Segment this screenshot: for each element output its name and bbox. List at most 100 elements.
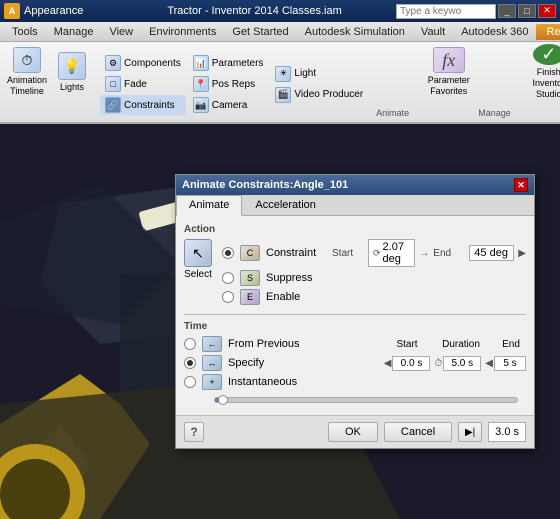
duration-header: Duration (442, 339, 480, 350)
constraint-fields: Start ⟳ 2.07 deg → End 45 deg ▶ (332, 239, 526, 267)
ribbon-btn-param-favorites[interactable]: fx ParameterFavorites (421, 44, 476, 100)
menu-render[interactable]: Render (536, 24, 560, 40)
ribbon-btn-constraints[interactable]: 🔗 Constraints (100, 95, 186, 115)
menu-view[interactable]: View (101, 24, 141, 40)
parameters-label: Parameters (212, 58, 264, 69)
enable-radio[interactable] (222, 291, 234, 303)
ribbon-col-params: 📊 Parameters 📍 Pos Reps 📷 Camera (188, 44, 269, 120)
suppress-radio[interactable] (222, 272, 234, 284)
video-producer-label: Video Producer (294, 89, 363, 100)
maximize-button[interactable]: □ (518, 4, 536, 18)
title-bar-controls: _ □ ✕ (396, 4, 556, 19)
app-icon: A (4, 3, 20, 19)
dialog-tab-animate[interactable]: Animate (176, 195, 242, 216)
components-icon: ⚙ (105, 55, 121, 71)
title-bar-left: A Appearance Tractor - Inventor 2014 Cla… (4, 3, 342, 19)
lights-label: Lights (60, 82, 84, 92)
search-input[interactable] (396, 4, 496, 19)
suppress-row: S Suppress (222, 270, 526, 286)
ok-button[interactable]: OK (328, 422, 378, 442)
title-bar-title: Tractor - Inventor 2014 Classes.iam (167, 5, 341, 17)
specify-row: ↔ Specify ◀ ⏱ (184, 355, 526, 371)
from-previous-label: From Previous (228, 338, 308, 350)
ribbon-btn-fade[interactable]: □ Fade (100, 74, 186, 94)
ribbon-btn-parameters[interactable]: 📊 Parameters (188, 53, 269, 73)
finish-studio-label: FinishInventor Studio (522, 67, 560, 99)
end-value[interactable]: 45 deg (469, 245, 514, 261)
select-group: ↖ Select (184, 239, 212, 280)
ribbon-col-light: ☀ Start Light 🎬 Video Producer (270, 44, 368, 120)
window-close-button[interactable]: ✕ (538, 4, 556, 18)
instantaneous-radio[interactable] (184, 376, 196, 388)
menu-manage[interactable]: Manage (46, 24, 102, 40)
instantaneous-icon: + (202, 374, 222, 390)
duration-icon: ⏱ (434, 358, 442, 369)
ribbon-btn-animation-timeline[interactable]: ⏱ AnimationTimeline (4, 44, 50, 100)
from-previous-radio[interactable] (184, 338, 196, 350)
angle-icon: ⟳ (373, 248, 381, 259)
end-header: End (496, 339, 526, 350)
viewport[interactable]: Animate Constraints:Angle_101 ✕ Animate … (0, 124, 560, 519)
help-button[interactable]: ? (184, 422, 204, 442)
select-icon[interactable]: ↖ (184, 239, 212, 267)
from-previous-row: ← From Previous Start Duration End (184, 336, 526, 352)
enable-label: Enable (266, 291, 326, 303)
specify-label: Specify (228, 357, 308, 369)
specify-radio[interactable] (184, 357, 196, 369)
ribbon-btn-camera[interactable]: 📷 Camera (188, 95, 269, 115)
app-dropdown[interactable]: Appearance (24, 5, 83, 17)
animation-timeline-label: AnimationTimeline (7, 75, 47, 97)
time-section: Time ← From Previous Start Duration End … (184, 321, 526, 407)
slider-thumb[interactable] (218, 395, 228, 405)
specify-fields: ◀ ⏱ ◀ (384, 356, 526, 371)
enable-icon: E (240, 289, 260, 305)
menu-360[interactable]: Autodesk 360 (453, 24, 536, 40)
ribbon-btn-finish-studio[interactable]: ✓ FinishInventor Studio (519, 44, 560, 100)
minimize-button[interactable]: _ (498, 4, 516, 18)
lights-icon: 💡 (58, 52, 86, 80)
ribbon-btn-pos-reps[interactable]: 📍 Pos Reps (188, 74, 269, 94)
cancel-button[interactable]: Cancel (384, 422, 452, 442)
duration-display: 3.0 s (488, 422, 526, 442)
menu-vault[interactable]: Vault (413, 24, 453, 40)
fx-icon: fx (433, 47, 465, 73)
start-header: Start (388, 339, 426, 350)
section-divider (184, 314, 526, 315)
menu-tools[interactable]: Tools (4, 24, 46, 40)
start-value[interactable]: ⟳ 2.07 deg (368, 239, 415, 267)
menu-get-started[interactable]: Get Started (224, 24, 296, 40)
arrow-icon: → (419, 248, 429, 259)
ribbon-col-animate: ⚙ Components □ Fade 🔗 Constraints (100, 44, 186, 120)
menu-environments[interactable]: Environments (141, 24, 224, 40)
dialog-tabs: Animate Acceleration (176, 195, 534, 216)
dialog-close-button[interactable]: ✕ (514, 178, 528, 192)
suppress-label: Suppress (266, 272, 326, 284)
light-text: Light (294, 68, 316, 79)
finish-studio-icon: ✓ (533, 44, 560, 65)
ribbon-btn-components[interactable]: ⚙ Components (100, 53, 186, 73)
playback-button[interactable]: ▶| (458, 422, 482, 442)
ribbon-btn-lights[interactable]: 💡 Lights (52, 44, 92, 100)
end-stepper-left[interactable]: ◀ (485, 358, 493, 369)
duration-input[interactable] (443, 356, 481, 371)
footer-buttons: OK Cancel ▶| 3.0 s (328, 422, 526, 442)
ribbon-btn-light[interactable]: ☀ Start Light (270, 64, 368, 84)
animate-constraints-dialog: Animate Constraints:Angle_101 ✕ Animate … (175, 174, 535, 449)
start-time-input[interactable] (392, 356, 430, 371)
duration-value: 3.0 s (495, 426, 519, 438)
end-time-input[interactable] (494, 356, 526, 371)
time-slider[interactable] (214, 397, 518, 403)
dialog-tab-acceleration[interactable]: Acceleration (242, 195, 329, 215)
start-input-group: ◀ (384, 356, 431, 371)
start-label: Start (332, 248, 364, 259)
constraint-label: Constraint (266, 247, 326, 259)
camera-icon: 📷 (193, 97, 209, 113)
start-stepper-left[interactable]: ◀ (384, 358, 392, 369)
light-icon: ☀ (275, 66, 291, 82)
camera-label: Camera (212, 100, 248, 111)
constraint-radio[interactable] (222, 247, 234, 259)
ribbon-btn-video-producer[interactable]: 🎬 Video Producer (270, 85, 368, 105)
parameters-icon: 📊 (193, 55, 209, 71)
dialog-footer: ? OK Cancel ▶| 3.0 s (176, 415, 534, 448)
menu-simulation[interactable]: Autodesk Simulation (297, 24, 413, 40)
